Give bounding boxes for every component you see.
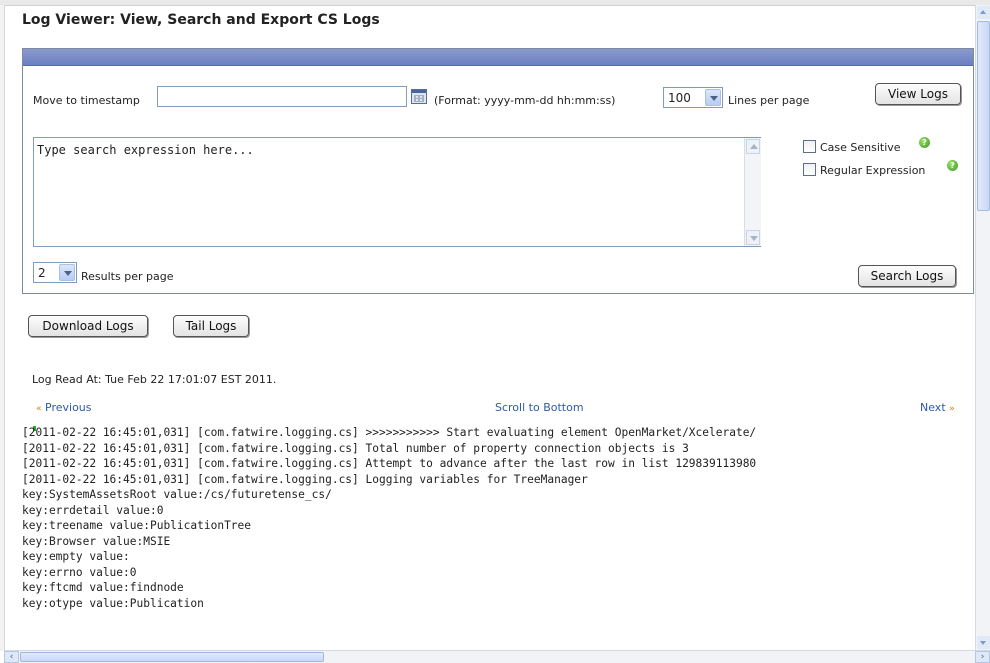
timestamp-input[interactable] [157, 86, 407, 107]
next-link[interactable]: Next » [920, 401, 955, 414]
search-expression-input[interactable]: Type search expression here... [33, 137, 761, 247]
log-line: key:SystemAssetsRoot value:/cs/futureten… [22, 488, 332, 501]
search-panel: Move to timestamp (Format: yyyy-mm-dd hh… [22, 48, 974, 294]
chevron-down-icon[interactable] [59, 264, 75, 281]
results-per-page-select[interactable]: 2 [33, 262, 77, 283]
chevron-down-icon[interactable] [705, 89, 721, 106]
results-per-page-label: Results per page [81, 270, 174, 283]
log-line: [2011-02-22 16:45:01,031] [com.fatwire.l… [22, 457, 757, 470]
log-output: [2011-02-22 16:45:01,031] [com.fatwire.l… [22, 425, 990, 650]
log-line: key:errno value:0 [22, 565, 137, 579]
download-logs-button[interactable]: Download Logs [28, 315, 148, 337]
page-vertical-scrollbar[interactable] [975, 5, 990, 650]
help-icon[interactable]: ? [919, 137, 930, 148]
log-line: key:ftcmd value:findnode [22, 581, 184, 594]
panel-header-bar [23, 49, 973, 66]
timestamp-label: Move to timestamp [33, 94, 140, 107]
search-input-scrollbar[interactable] [744, 138, 761, 246]
log-read-at: Log Read At: Tue Feb 22 17:01:07 EST 201… [32, 373, 277, 386]
scroll-to-bottom-link[interactable]: Scroll to Bottom [495, 401, 584, 414]
previous-label: Previous [45, 401, 92, 414]
search-logs-button[interactable]: Search Logs [858, 265, 956, 287]
scroll-up-icon[interactable] [746, 139, 760, 154]
lines-per-page-select[interactable]: 100 [663, 87, 723, 108]
regex-checkbox[interactable] [803, 163, 816, 176]
case-sensitive-checkbox[interactable] [803, 140, 816, 153]
help-icon[interactable]: ? [947, 160, 958, 171]
case-sensitive-label: Case Sensitive [820, 141, 901, 154]
lines-per-page-label: Lines per page [728, 94, 810, 107]
log-line: key:otype value:Publication [22, 596, 204, 610]
previous-link[interactable]: « Previous [36, 401, 92, 414]
log-line: key:Browser value:MSIE [22, 534, 171, 548]
scrollbar-thumb[interactable] [20, 652, 324, 662]
next-label: Next [920, 401, 946, 414]
log-line: [2011-02-22 16:45:01,031] [com.fatwire.l… [22, 441, 689, 455]
regex-label: Regular Expression [820, 164, 926, 177]
double-chevron-right-icon: » [949, 404, 955, 414]
log-line: key:empty value: [22, 550, 130, 563]
page-horizontal-scrollbar[interactable]: ‹ › [4, 650, 990, 663]
double-chevron-left-icon: « [36, 404, 42, 414]
scrollbar-thumb[interactable] [977, 21, 990, 211]
results-per-page-value: 2 [38, 266, 46, 280]
log-line: key:treename value:PublicationTree [22, 519, 252, 532]
tail-logs-button[interactable]: Tail Logs [173, 315, 249, 337]
window-left-edge [0, 5, 5, 651]
format-hint: (Format: yyyy-mm-dd hh:mm:ss) [434, 94, 616, 107]
view-logs-button[interactable]: View Logs [875, 83, 961, 105]
lines-per-page-value: 100 [668, 91, 691, 105]
scroll-left-icon[interactable]: ‹ [4, 651, 19, 663]
log-line: [2011-02-22 16:45:01,031] [com.fatwire.l… [22, 472, 588, 486]
scroll-right-icon[interactable]: › [975, 651, 990, 663]
page-title: Log Viewer: View, Search and Export CS L… [22, 12, 380, 28]
log-line: key:errdetail value:0 [22, 503, 164, 517]
window-top-edge [0, 0, 990, 6]
scroll-down-icon[interactable] [746, 230, 760, 245]
scroll-up-icon[interactable] [977, 6, 990, 19]
calendar-icon[interactable] [411, 89, 427, 104]
scroll-down-icon[interactable] [977, 636, 990, 649]
log-line: [2011-02-22 16:45:01,031] [com.fatwire.l… [22, 426, 757, 439]
